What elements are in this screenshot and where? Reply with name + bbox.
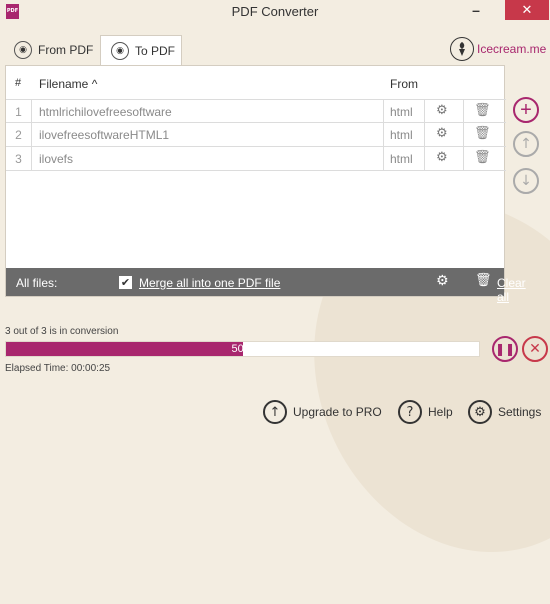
row-filename: ilovefs bbox=[39, 152, 74, 166]
arrow-up-icon: ↑ bbox=[263, 400, 287, 424]
row-delete-icon[interactable]: 🗑 bbox=[474, 150, 491, 165]
row-delete-icon[interactable]: 🗑 bbox=[474, 103, 491, 118]
table-header: # Filename ^ From bbox=[6, 66, 504, 99]
upgrade-button[interactable]: ↑ Upgrade to PRO bbox=[263, 400, 382, 424]
row-delete-icon[interactable]: 🗑 bbox=[474, 126, 491, 141]
column-divider bbox=[31, 147, 32, 170]
conversion-status: 3 out of 3 is in conversion bbox=[5, 326, 119, 337]
column-header-filename[interactable]: Filename ^ bbox=[39, 77, 97, 91]
row-settings-icon[interactable]: ⚙ bbox=[436, 126, 448, 141]
elapsed-time: Elapsed Time: 00:00:25 bbox=[5, 363, 111, 374]
tab-label: From PDF bbox=[38, 43, 94, 57]
row-number: 1 bbox=[15, 105, 22, 119]
help-icon: ? bbox=[398, 400, 422, 424]
table-row[interactable]: 2 ilovefreesoftwareHTML1 html ⚙ 🗑 bbox=[6, 123, 506, 147]
column-divider bbox=[424, 147, 425, 170]
upgrade-label: Upgrade to PRO bbox=[293, 405, 382, 419]
tab-label: To PDF bbox=[135, 44, 176, 58]
settings-icon: ⚙ bbox=[468, 400, 492, 424]
column-divider bbox=[463, 123, 464, 146]
column-divider bbox=[383, 123, 384, 146]
stop-button[interactable]: ✕ bbox=[522, 336, 548, 362]
table-row[interactable]: 3 ilovefs html ⚙ 🗑 bbox=[6, 147, 506, 171]
row-format: html bbox=[390, 152, 413, 166]
merge-label[interactable]: Merge all into one PDF file bbox=[139, 276, 280, 290]
brand-link[interactable]: Icecream.me bbox=[450, 37, 546, 61]
pdf-in-icon: ◉ bbox=[111, 42, 129, 60]
help-button[interactable]: ? Help bbox=[398, 400, 453, 424]
column-divider bbox=[383, 100, 384, 122]
column-divider bbox=[31, 123, 32, 146]
close-button[interactable]: ✕ bbox=[505, 0, 549, 20]
column-divider bbox=[424, 123, 425, 146]
progress-label: 50% bbox=[231, 343, 254, 355]
column-divider bbox=[383, 147, 384, 170]
help-label: Help bbox=[428, 405, 453, 419]
tab-from-pdf[interactable]: ◉ From PDF bbox=[4, 35, 100, 65]
row-settings-icon[interactable]: ⚙ bbox=[436, 103, 448, 118]
settings-label: Settings bbox=[498, 405, 542, 419]
brand-label: Icecream.me bbox=[477, 42, 547, 56]
table-row[interactable]: 1 htmlrichilovefreesoftware html ⚙ 🗑 bbox=[6, 99, 506, 123]
icecream-icon bbox=[450, 37, 474, 61]
minimize-button[interactable]: – bbox=[466, 0, 486, 20]
column-header-number: # bbox=[15, 77, 22, 89]
column-header-from[interactable]: From bbox=[390, 77, 418, 91]
all-files-bar: All files: ✔ Merge all into one PDF file… bbox=[6, 268, 526, 304]
progress-bar: 50% bbox=[5, 341, 480, 357]
row-filename: htmlrichilovefreesoftware bbox=[39, 105, 172, 119]
column-divider bbox=[31, 100, 32, 122]
row-filename: ilovefreesoftwareHTML1 bbox=[39, 128, 170, 142]
pdf-out-icon: ◉ bbox=[14, 41, 32, 59]
move-down-button[interactable]: ↓ bbox=[513, 168, 539, 194]
move-up-button[interactable]: ↑ bbox=[513, 131, 539, 157]
column-divider bbox=[424, 100, 425, 122]
row-format: html bbox=[390, 105, 413, 119]
add-file-button[interactable]: + bbox=[513, 97, 539, 123]
all-delete-icon[interactable]: 🗑 bbox=[475, 273, 492, 288]
clear-all-link[interactable]: Clear all bbox=[497, 276, 526, 304]
row-format: html bbox=[390, 128, 413, 142]
all-settings-icon[interactable]: ⚙ bbox=[436, 273, 449, 289]
title-bar: PDF PDF Converter – ✕ bbox=[0, 0, 550, 24]
tab-to-pdf[interactable]: ◉ To PDF bbox=[100, 35, 182, 66]
settings-button[interactable]: ⚙ Settings bbox=[468, 400, 541, 424]
row-number: 3 bbox=[15, 152, 22, 166]
pause-button[interactable]: ❚❚ bbox=[492, 336, 518, 362]
row-number: 2 bbox=[15, 128, 22, 142]
column-divider bbox=[463, 100, 464, 122]
all-files-label: All files: bbox=[16, 276, 58, 290]
merge-checkbox[interactable]: ✔ bbox=[119, 276, 132, 289]
column-divider bbox=[463, 147, 464, 170]
row-settings-icon[interactable]: ⚙ bbox=[436, 150, 448, 165]
file-list-panel: # Filename ^ From 1 htmlrichilovefreesof… bbox=[5, 65, 526, 304]
